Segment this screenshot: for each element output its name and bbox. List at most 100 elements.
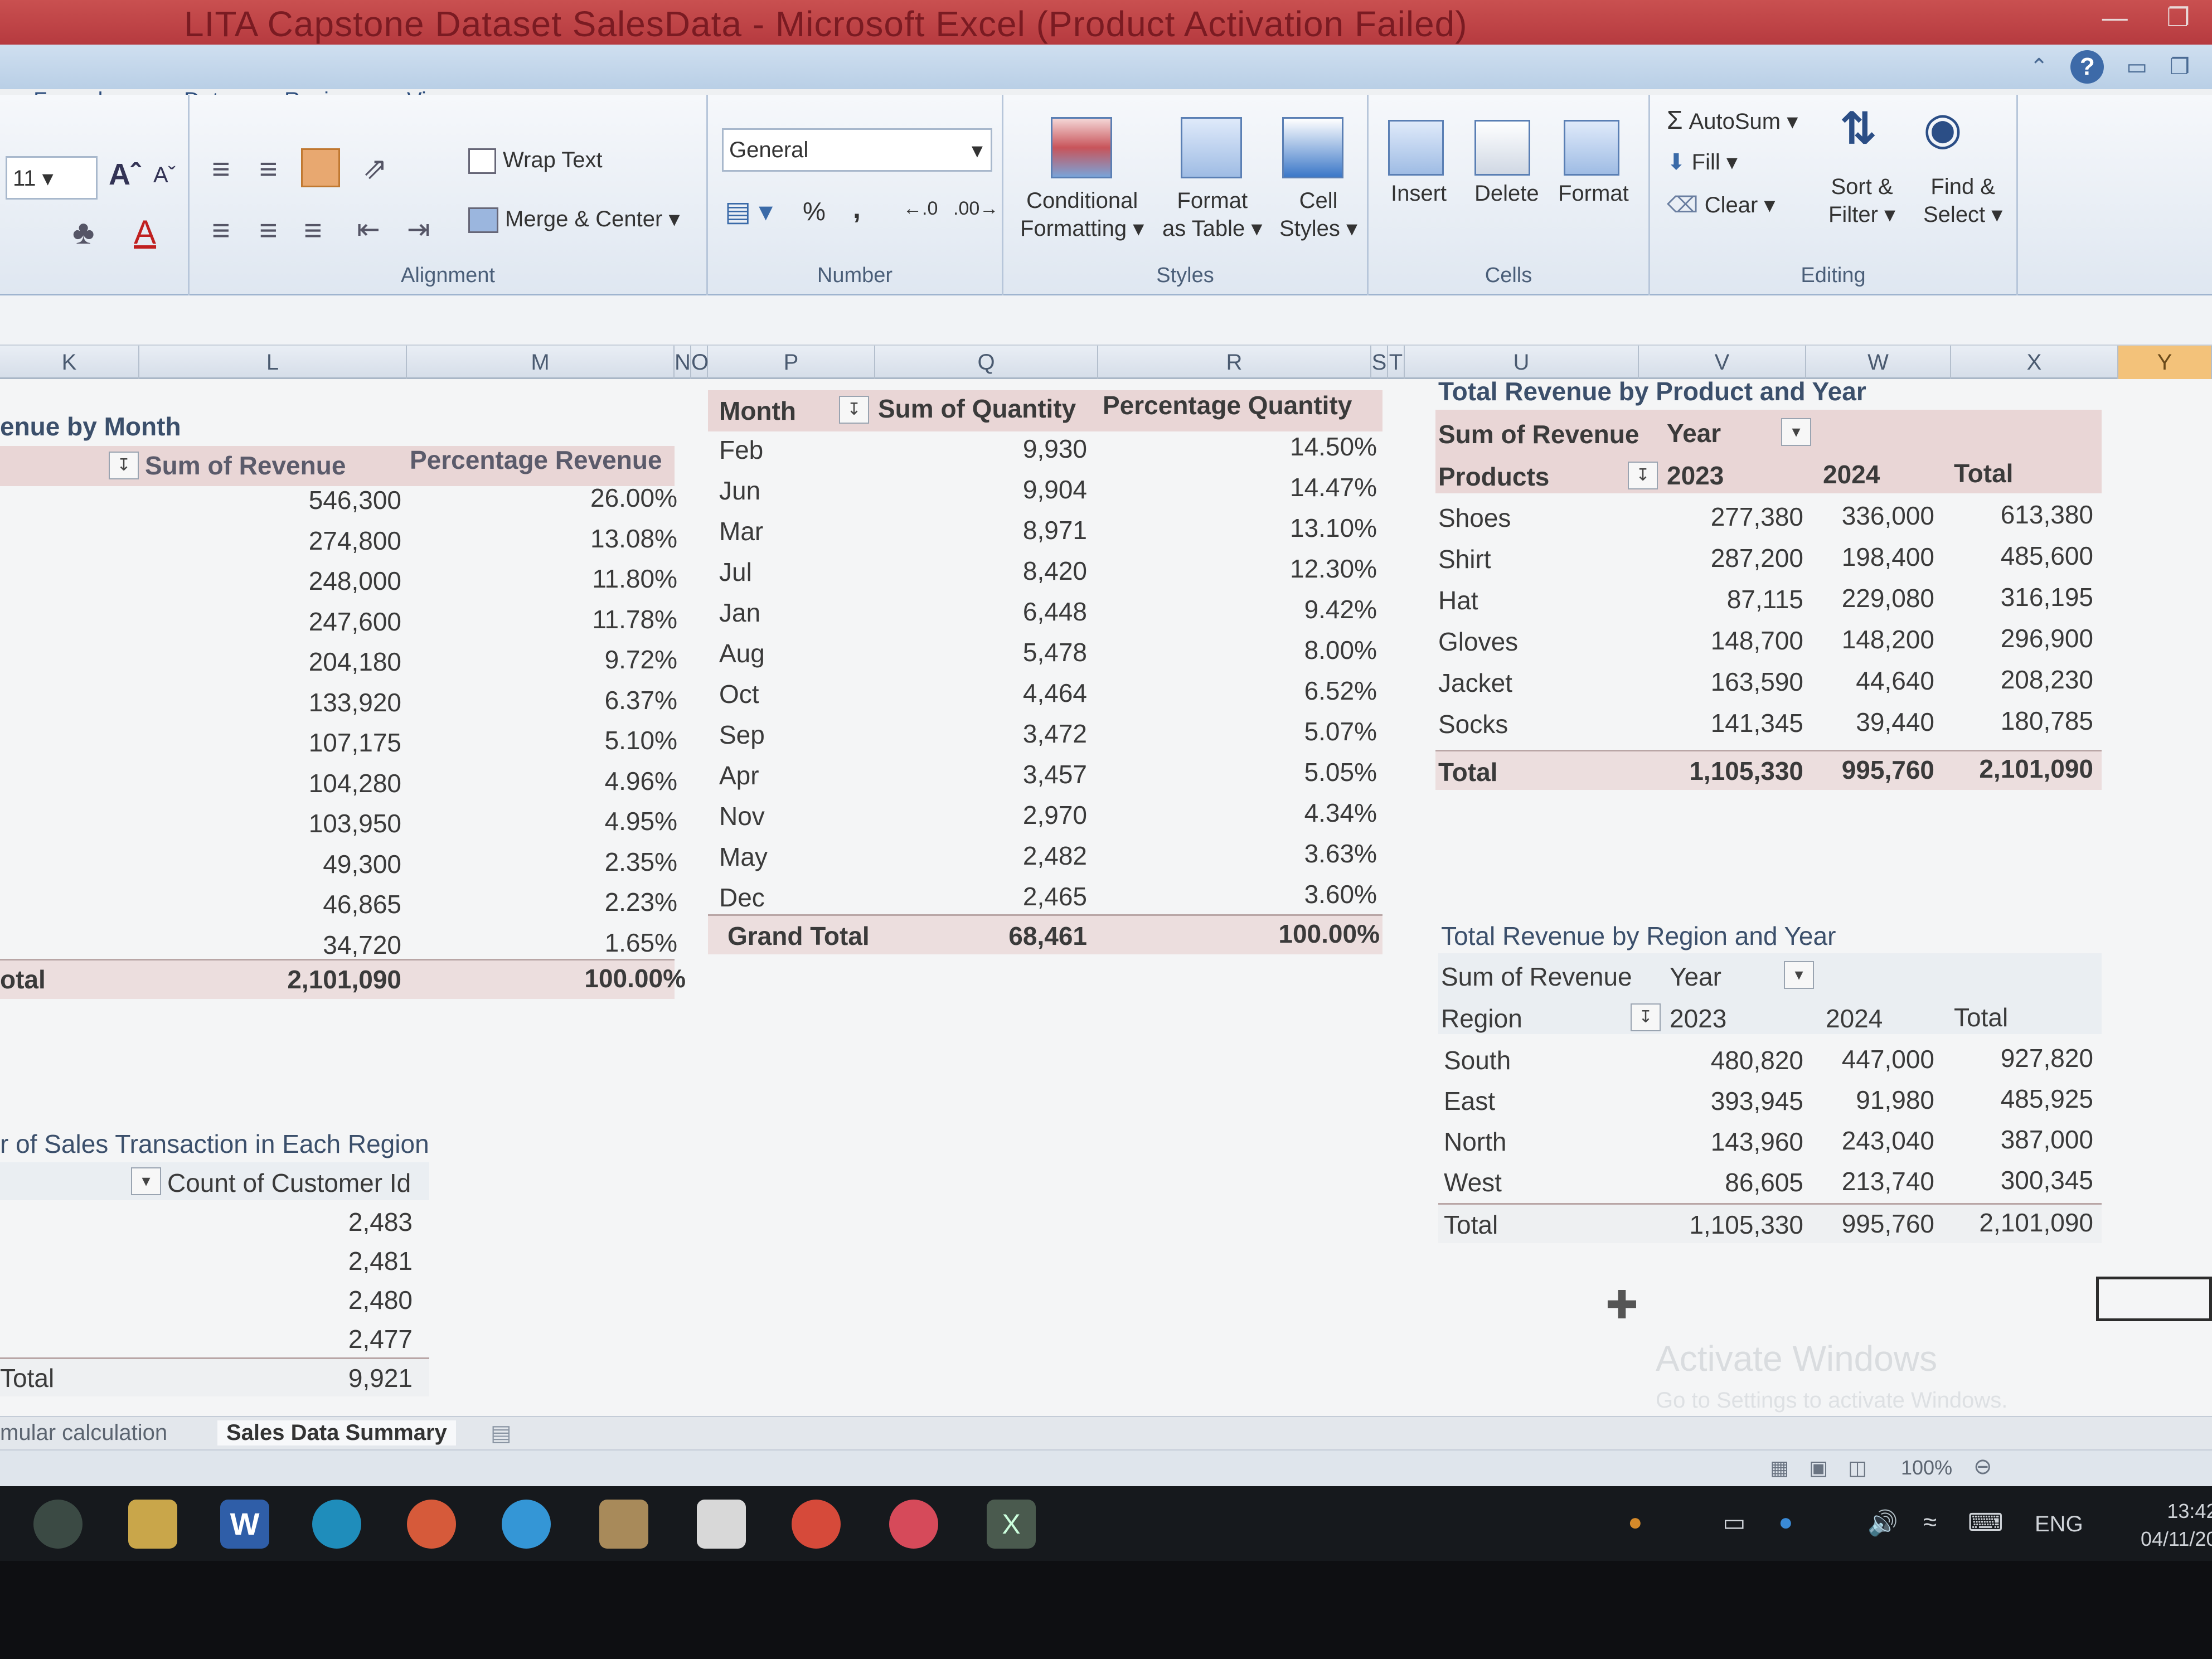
edge-icon[interactable]	[312, 1500, 361, 1549]
column-header-p[interactable]: P	[708, 346, 875, 379]
workbook-restore-icon[interactable]: ❐	[2170, 54, 2190, 80]
align-center-icon[interactable]: ≡	[259, 212, 278, 248]
chrome-profile-icon[interactable]	[889, 1500, 938, 1549]
column-header-v[interactable]: V	[1639, 346, 1806, 379]
column-header-x[interactable]: X	[1951, 346, 2118, 379]
normal-view-icon[interactable]: ▦	[1770, 1456, 1789, 1479]
word-icon[interactable]: W	[220, 1500, 269, 1549]
clock[interactable]: 13:42 04/11/20	[2141, 1497, 2212, 1553]
sort-az-icon[interactable]: ⇅	[1840, 103, 1877, 154]
column-header-k[interactable]: K	[0, 346, 139, 379]
restore-icon[interactable]: ❐	[2167, 2, 2190, 32]
firefox-icon[interactable]	[407, 1500, 456, 1549]
percent-button[interactable]: %	[803, 196, 826, 226]
cell-styles-button[interactable]: Cell Styles ▾	[1279, 187, 1357, 242]
merge-center-button[interactable]: Merge & Center ▾	[468, 206, 680, 234]
snipping-tool-icon[interactable]	[599, 1500, 648, 1549]
volume-icon[interactable]: 🔊	[1867, 1508, 1898, 1537]
whatsapp-icon[interactable]	[33, 1500, 83, 1549]
zoom-out-icon[interactable]: ⊖	[1973, 1454, 1992, 1479]
autosum-button[interactable]: Σ AutoSum ▾	[1667, 105, 1798, 135]
transactions-dropdown-icon[interactable]: ▾	[131, 1167, 161, 1195]
decrease-indent-icon[interactable]: ⇤	[357, 213, 380, 245]
sort-filter-button[interactable]: Sort & Filter ▾	[1828, 173, 1895, 229]
workbook-minimize-icon[interactable]: ▭	[2126, 54, 2147, 80]
insert-button[interactable]: Insert	[1391, 181, 1447, 206]
orientation-icon[interactable]: ⇗	[362, 151, 387, 186]
page-layout-icon[interactable]: ▣	[1809, 1456, 1828, 1479]
bottom-align-icon[interactable]	[301, 148, 340, 187]
formula-bar[interactable]	[0, 295, 2212, 346]
language-indicator[interactable]: ENG	[2035, 1512, 2083, 1537]
insert-cells-icon[interactable]	[1388, 120, 1444, 176]
clear-button[interactable]: ⌫ Clear ▾	[1667, 192, 1775, 218]
increase-indent-icon[interactable]: ⇥	[407, 213, 430, 245]
column-header-y[interactable]: Y	[2118, 346, 2212, 379]
keyboard-icon[interactable]: ⌨	[1968, 1508, 2004, 1537]
month-sort-dropdown-icon[interactable]: ↧	[839, 396, 869, 424]
column-header-m[interactable]: M	[407, 346, 675, 379]
middle-align-icon[interactable]: ≡	[259, 151, 278, 187]
minimize-ribbon-icon[interactable]: ⌃	[2030, 54, 2049, 80]
align-left-icon[interactable]: ≡	[212, 212, 230, 248]
telegram-icon[interactable]	[502, 1500, 551, 1549]
fill-button[interactable]: ⬇ Fill ▾	[1667, 149, 1738, 175]
region-sort-dropdown-icon[interactable]: ↧	[1631, 1003, 1661, 1031]
column-header-r[interactable]: R	[1098, 346, 1371, 379]
format-cells-icon[interactable]	[1564, 120, 1619, 176]
number-format-combo[interactable]: General ▾	[722, 128, 992, 172]
excel-icon[interactable]: X	[987, 1500, 1036, 1549]
increase-decimal-icon[interactable]: ←.0	[903, 198, 938, 220]
font-color-icon[interactable]: A	[134, 213, 156, 251]
wifi-icon[interactable]: ≈	[1923, 1508, 1937, 1536]
column-header-w[interactable]: W	[1806, 346, 1951, 379]
conditional-formatting-button[interactable]: Conditional Formatting ▾	[1020, 187, 1144, 242]
column-header-t[interactable]: T	[1388, 346, 1405, 379]
sheet-tab-formular-calculation[interactable]: mular calculation	[0, 1420, 167, 1445]
column-header-u[interactable]: U	[1405, 346, 1639, 379]
column-header-n[interactable]: N	[675, 346, 691, 379]
page-break-icon[interactable]: ◫	[1848, 1456, 1867, 1479]
sheet-tab-sales-data-summary[interactable]: Sales Data Summary	[217, 1420, 456, 1445]
products-sort-dropdown-icon[interactable]: ↧	[1628, 462, 1658, 489]
grow-font-icon[interactable]: Aˆ	[109, 157, 140, 192]
wrap-text-button[interactable]: Wrap Text	[468, 148, 603, 174]
delete-cells-icon[interactable]	[1474, 120, 1530, 176]
minimize-icon[interactable]: —	[2102, 2, 2128, 32]
currency-icon[interactable]: ▤ ▾	[725, 195, 773, 227]
file-explorer-icon[interactable]	[128, 1500, 177, 1549]
notepad-icon[interactable]	[697, 1500, 746, 1549]
year-filter-dropdown-icon[interactable]: ▾	[1781, 418, 1811, 446]
sort-dropdown-icon[interactable]: ↧	[109, 452, 139, 479]
align-right-icon[interactable]: ≡	[304, 212, 322, 248]
delete-button[interactable]: Delete	[1474, 181, 1539, 206]
selected-cell[interactable]	[2096, 1277, 2212, 1321]
find-select-button[interactable]: Find & Select ▾	[1923, 173, 2002, 229]
format-as-table-button[interactable]: Format as Table ▾	[1162, 187, 1262, 242]
top-align-icon[interactable]: ≡	[212, 151, 230, 187]
column-header-o[interactable]: O	[691, 346, 709, 379]
battery-icon[interactable]: ▭	[1723, 1508, 1746, 1537]
bluetooth-icon[interactable]: ●	[1778, 1508, 1793, 1536]
decrease-decimal-icon[interactable]: .00→	[953, 198, 998, 220]
worksheet-grid[interactable]: enue by Month ↧ Sum of Revenue Percentag…	[0, 377, 2212, 1427]
column-header-s[interactable]: S	[1371, 346, 1388, 379]
column-header-q[interactable]: Q	[875, 346, 1098, 379]
help-icon[interactable]: ?	[2070, 50, 2104, 84]
format-as-table-icon[interactable]	[1181, 117, 1242, 178]
binoculars-icon[interactable]: ◉	[1923, 103, 1962, 154]
cell-styles-icon[interactable]	[1282, 117, 1343, 178]
comma-button[interactable]: ,	[853, 192, 861, 225]
font-size-combo[interactable]: 11 ▾	[6, 156, 98, 200]
shrink-font-icon[interactable]: Aˇ	[153, 163, 176, 188]
month-label: Apr	[719, 761, 759, 790]
tray-flame-icon[interactable]: ●	[1628, 1508, 1643, 1536]
revenue-value: 34,720	[323, 930, 401, 959]
conditional-formatting-icon[interactable]	[1051, 117, 1112, 178]
region-year-filter-dropdown-icon[interactable]: ▾	[1784, 961, 1814, 989]
fill-color-icon[interactable]: ♣	[72, 213, 94, 251]
chrome-icon[interactable]	[792, 1500, 841, 1549]
column-header-l[interactable]: L	[139, 346, 407, 379]
format-button[interactable]: Format	[1558, 181, 1629, 206]
new-sheet-icon[interactable]: ▤	[491, 1420, 512, 1446]
